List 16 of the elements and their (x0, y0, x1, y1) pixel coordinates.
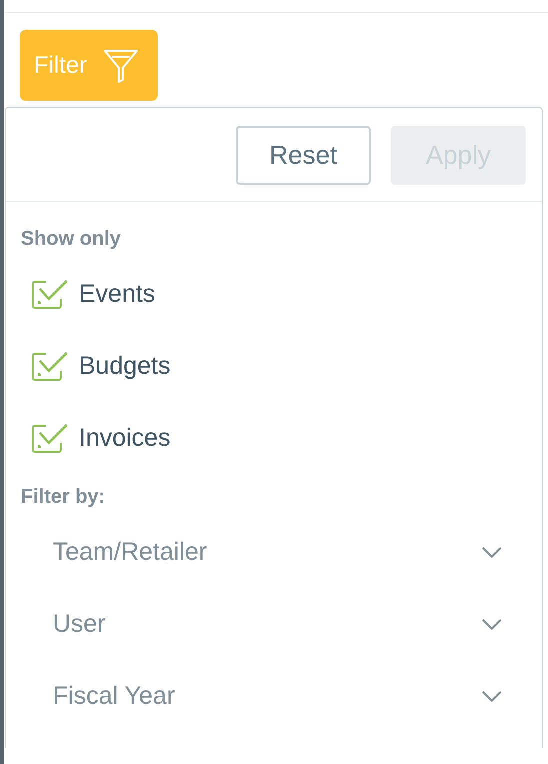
reset-button[interactable]: Reset (236, 126, 371, 185)
dropdown[interactable]: User (53, 588, 502, 660)
chevron-icon (482, 618, 502, 630)
funnel-icon (103, 48, 140, 82)
section-heading: Filter by: (21, 486, 106, 510)
dropdown[interactable]: Fiscal Year (53, 660, 502, 732)
checked-checkbox-icon[interactable] (31, 278, 69, 310)
checkbox-label: Invoices (79, 424, 171, 452)
checkbox-label: Events (79, 280, 156, 308)
section-heading: Show only (21, 228, 122, 252)
checked-checkbox-icon[interactable] (31, 350, 69, 382)
checked-checkbox-icon[interactable] (31, 422, 69, 454)
dropdown[interactable]: Team/Retailer (53, 516, 502, 588)
chevron-icon (482, 546, 502, 558)
chevron-icon (482, 690, 502, 702)
checkbox-label: Budgets (79, 352, 171, 380)
